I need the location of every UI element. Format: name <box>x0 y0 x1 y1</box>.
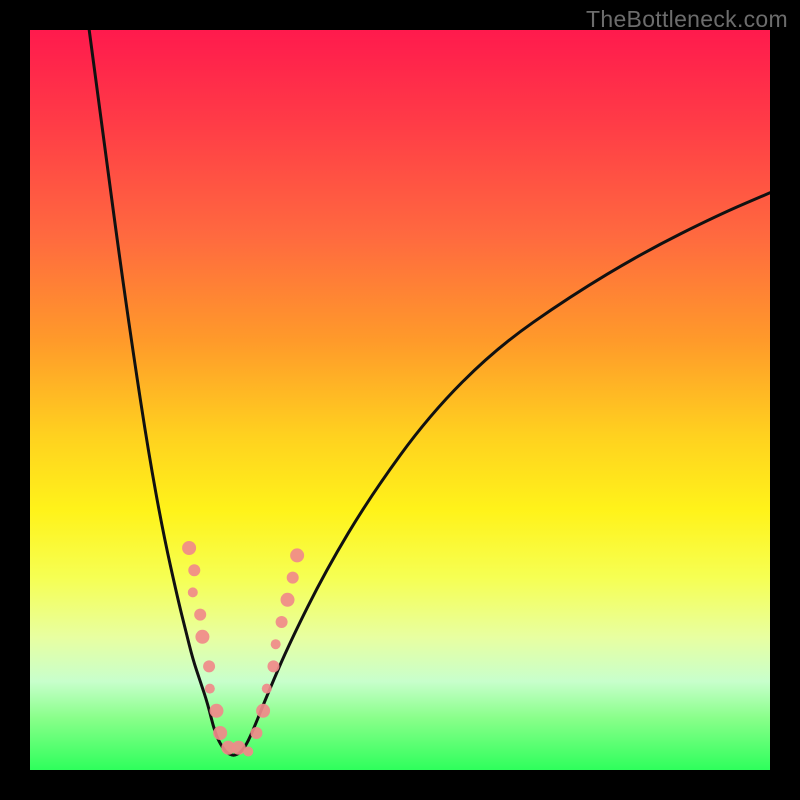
curve-path <box>89 30 770 755</box>
curve-marker <box>276 616 288 628</box>
curve-marker <box>281 593 295 607</box>
chart-frame: TheBottleneck.com <box>0 0 800 800</box>
plot-area <box>30 30 770 770</box>
curve-svg <box>30 30 770 770</box>
curve-marker <box>203 660 215 672</box>
curve-marker <box>250 727 262 739</box>
curve-marker <box>287 572 299 584</box>
curve-marker <box>213 726 227 740</box>
curve-marker <box>262 684 272 694</box>
curve-marker <box>256 704 270 718</box>
watermark-text: TheBottleneck.com <box>586 6 788 33</box>
curve-marker <box>290 548 304 562</box>
curve-marker <box>194 609 206 621</box>
curve-marker <box>188 587 198 597</box>
curve-marker <box>182 541 196 555</box>
curve-marker <box>267 660 279 672</box>
curve-marker <box>205 684 215 694</box>
curve-marker <box>209 704 223 718</box>
curve-marker <box>243 747 253 757</box>
curve-marker <box>188 564 200 576</box>
curve-marker <box>271 639 281 649</box>
bottleneck-curve <box>89 30 770 755</box>
curve-marker <box>195 630 209 644</box>
